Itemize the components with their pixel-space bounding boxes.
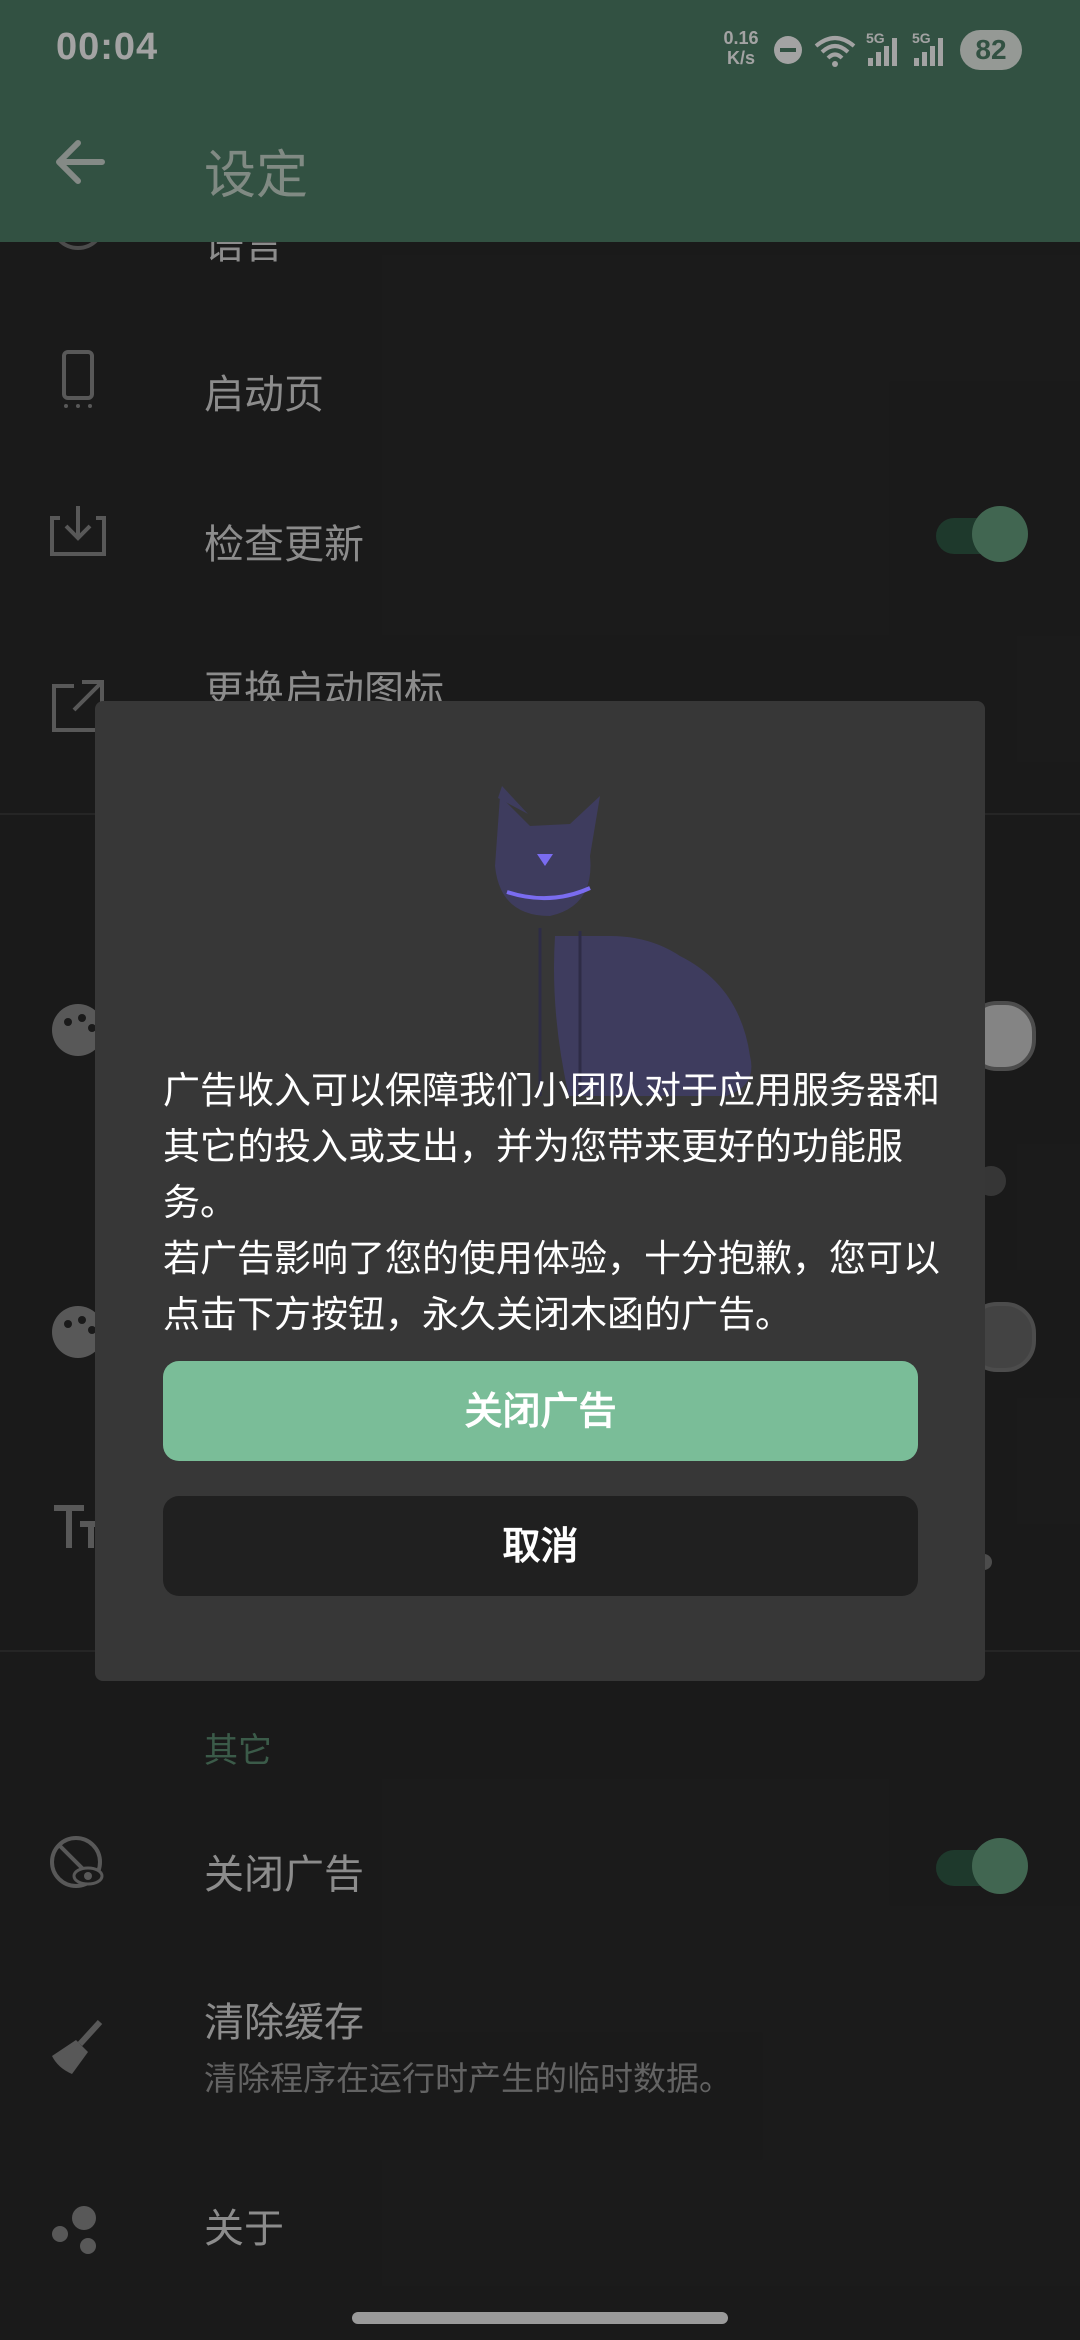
- dialog-message: 广告收入可以保障我们小团队对于应用服务器和其它的投入或支出，并为您带来更好的功能…: [163, 1069, 940, 1336]
- navigation-bar: [0, 2298, 1080, 2340]
- gesture-handle[interactable]: [352, 2312, 728, 2324]
- close-ads-button[interactable]: 关闭广告: [163, 1361, 918, 1461]
- close-ads-dialog: 广告收入可以保障我们小团队对于应用服务器和其它的投入或支出，并为您带来更好的功能…: [95, 701, 985, 1681]
- cat-illustration-icon: [495, 786, 752, 1096]
- cancel-button[interactable]: 取消: [163, 1496, 918, 1596]
